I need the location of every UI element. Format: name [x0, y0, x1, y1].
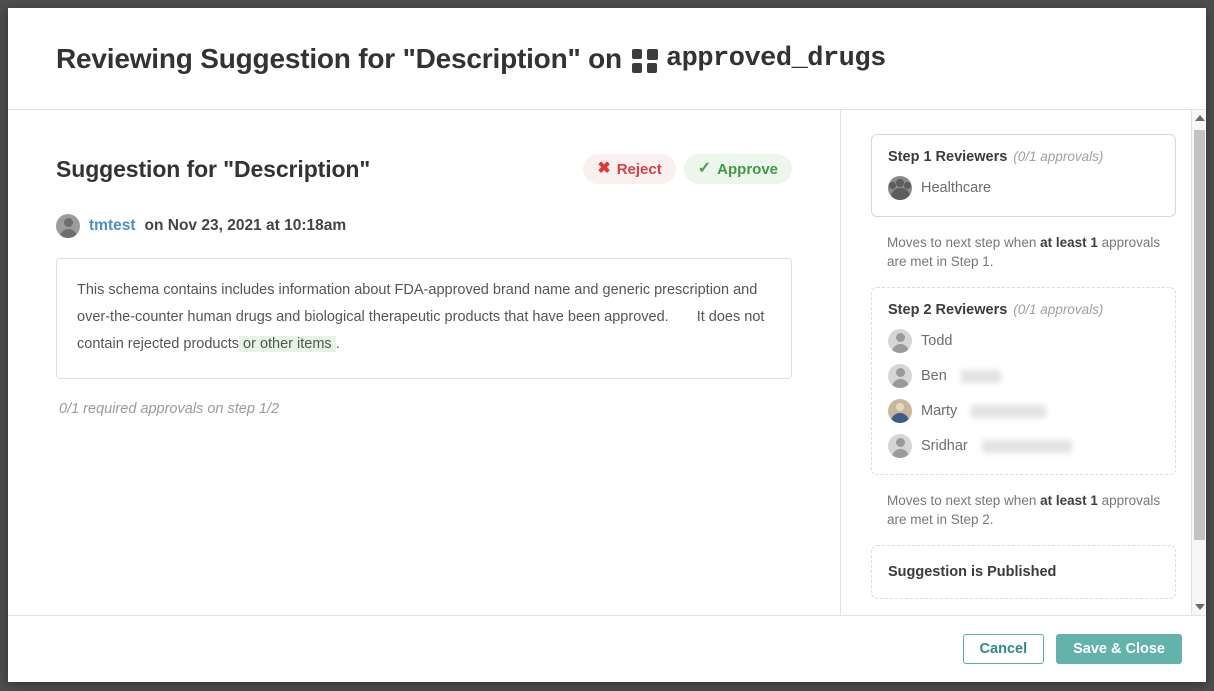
suggestion-header-row: Suggestion for "Description" ✖ Reject ✓ …: [56, 154, 792, 184]
step-1-approval-count: (0/1 approvals): [1013, 149, 1104, 164]
approve-button[interactable]: ✓ Approve: [683, 154, 792, 184]
step-2-note-prefix: Moves to next step when: [887, 493, 1041, 508]
save-and-close-button[interactable]: Save & Close: [1056, 634, 1182, 664]
author-link[interactable]: tmtest: [89, 217, 136, 235]
published-label: Suggestion is Published: [888, 564, 1057, 580]
step-2-title: Step 2 Reviewers: [888, 302, 1008, 318]
step-1-note-bold: at least 1: [1040, 235, 1098, 250]
reviewer-row: Healthcare: [888, 176, 1159, 200]
redacted-name: [971, 404, 1047, 418]
page-title: Reviewing Suggestion for "Description" o…: [56, 43, 886, 75]
vertical-scrollbar[interactable]: [1191, 110, 1206, 615]
scrollbar-thumb[interactable]: [1194, 130, 1205, 540]
table-name: approved_drugs: [665, 43, 886, 74]
scroll-down-arrow-icon[interactable]: [1192, 599, 1206, 615]
step-2-note: Moves to next step when at least 1 appro…: [871, 475, 1176, 545]
grid-icon: [631, 48, 658, 73]
reject-button[interactable]: ✖ Reject: [583, 154, 676, 184]
reviewer-row: Sridhar: [888, 434, 1159, 458]
author-timestamp: on Nov 23, 2021 at 10:18am: [144, 217, 347, 234]
author-row: tmtest on Nov 23, 2021 at 10:18am: [56, 214, 792, 238]
modal-body: Suggestion for "Description" ✖ Reject ✓ …: [8, 110, 1206, 615]
reviewer-row: Todd: [888, 329, 1159, 353]
user-avatar-icon: [888, 364, 912, 388]
photo-avatar-icon: [888, 399, 912, 423]
group-avatar-icon: [888, 176, 912, 200]
step-2-approval-count: (0/1 approvals): [1013, 302, 1104, 317]
reviewer-name: Marty: [921, 403, 958, 419]
step-1-note: Moves to next step when at least 1 appro…: [871, 217, 1176, 287]
cancel-button[interactable]: Cancel: [962, 634, 1045, 664]
x-icon: ✖: [597, 160, 611, 177]
review-actions: ✖ Reject ✓ Approve: [583, 154, 792, 184]
reviewer-name: Healthcare: [921, 180, 992, 196]
diff-inserted-text: or other items: [239, 336, 336, 352]
suggestion-pane: Suggestion for "Description" ✖ Reject ✓ …: [8, 110, 841, 615]
suggestion-diff-text: This schema contains includes informatio…: [56, 258, 792, 379]
page-title-text: Reviewing Suggestion for "Description" o…: [56, 42, 622, 74]
user-avatar-icon: [888, 434, 912, 458]
reviewer-row: Ben: [888, 364, 1159, 388]
approvals-status: 0/1 required approvals on step 1/2: [59, 401, 280, 417]
reviewer-name: Sridhar: [921, 438, 968, 454]
reject-label: Reject: [616, 160, 662, 178]
scroll-up-arrow-icon[interactable]: [1192, 110, 1206, 126]
step-1-card: Step 1 Reviewers (0/1 approvals) Healthca…: [871, 134, 1176, 217]
diff-unchanged-1: This schema contains includes informatio…: [77, 282, 758, 325]
approve-label: Approve: [717, 160, 778, 178]
review-suggestion-modal: Reviewing Suggestion for "Description" o…: [8, 8, 1206, 682]
user-avatar-icon: [56, 214, 80, 238]
step-1-title-row: Step 1 Reviewers (0/1 approvals): [888, 149, 1159, 165]
reviewer-name: Todd: [921, 333, 953, 349]
reviewer-row: Marty: [888, 399, 1159, 423]
redacted-name: [960, 369, 1001, 383]
redacted-name: [981, 439, 1072, 453]
step-2-card: Step 2 Reviewers (0/1 approvals) Todd Ben…: [871, 287, 1176, 475]
check-icon: ✓: [697, 160, 712, 177]
user-avatar-icon: [888, 329, 912, 353]
diff-unchanged-3: .: [335, 336, 340, 352]
step-1-note-prefix: Moves to next step when: [887, 235, 1041, 250]
workflow-pane: Step 1 Reviewers (0/1 approvals) Healthca…: [841, 110, 1206, 615]
suggestion-heading: Suggestion for "Description": [56, 155, 371, 182]
step-2-title-row: Step 2 Reviewers (0/1 approvals): [888, 302, 1159, 318]
modal-footer: Cancel Save & Close: [8, 615, 1206, 682]
published-card: Suggestion is Published: [871, 545, 1176, 599]
step-1-title: Step 1 Reviewers: [888, 149, 1008, 165]
reviewer-name: Ben: [921, 368, 947, 384]
step-2-note-bold: at least 1: [1040, 493, 1098, 508]
modal-header: Reviewing Suggestion for "Description" o…: [8, 8, 1206, 110]
